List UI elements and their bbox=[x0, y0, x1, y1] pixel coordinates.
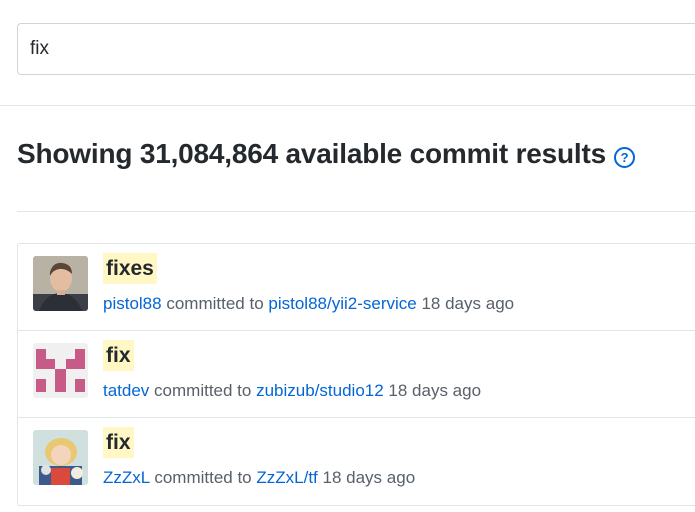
avatar[interactable] bbox=[33, 256, 88, 311]
help-circle-icon[interactable]: ? bbox=[614, 146, 635, 168]
commit-verb: committed to bbox=[154, 381, 252, 400]
avatar[interactable] bbox=[33, 343, 88, 398]
commit-author-link[interactable]: pistol88 bbox=[103, 294, 162, 313]
avatar[interactable] bbox=[33, 430, 88, 485]
commit-title-link[interactable]: fix bbox=[103, 427, 134, 458]
divider bbox=[0, 105, 695, 106]
divider bbox=[17, 211, 695, 212]
commit-repo-link[interactable]: zubizub/studio12 bbox=[256, 381, 384, 400]
commit-results-list: fixes pistol88 committed to pistol88/yii… bbox=[17, 243, 695, 506]
results-heading: Showing 31,084,864 available commit resu… bbox=[17, 138, 635, 170]
commit-repo-link[interactable]: ZzZxL/tf bbox=[256, 468, 317, 487]
avatar-photo bbox=[33, 256, 88, 311]
commit-title-link[interactable]: fixes bbox=[103, 253, 157, 284]
commit-meta: tatdev committed to zubizub/studio12 18 … bbox=[103, 381, 481, 401]
commit-result-item: fixes pistol88 committed to pistol88/yii… bbox=[18, 244, 695, 331]
commit-time: 18 days ago bbox=[322, 468, 416, 487]
commit-time: 18 days ago bbox=[388, 381, 482, 400]
commit-meta: ZzZxL committed to ZzZxL/tf 18 days ago bbox=[103, 468, 415, 488]
commit-author-link[interactable]: ZzZxL bbox=[103, 468, 150, 487]
avatar-illustration bbox=[33, 430, 88, 485]
commit-author-link[interactable]: tatdev bbox=[103, 381, 149, 400]
commit-title-link[interactable]: fix bbox=[103, 340, 134, 371]
commit-meta: pistol88 committed to pistol88/yii2-serv… bbox=[103, 294, 514, 314]
identicon-avatar bbox=[33, 343, 88, 398]
commit-result-item: fix ZzZxL committed to ZzZxL/tf 18 days … bbox=[18, 418, 695, 505]
results-count-text: Showing 31,084,864 available commit resu… bbox=[17, 138, 606, 169]
commit-verb: committed to bbox=[166, 294, 264, 313]
search-input[interactable] bbox=[17, 23, 695, 75]
commit-result-item: fix tatdev committed to zubizub/studio12… bbox=[18, 331, 695, 418]
commit-repo-link[interactable]: pistol88/yii2-service bbox=[268, 294, 416, 313]
commit-verb: committed to bbox=[154, 468, 252, 487]
commit-time: 18 days ago bbox=[421, 294, 515, 313]
